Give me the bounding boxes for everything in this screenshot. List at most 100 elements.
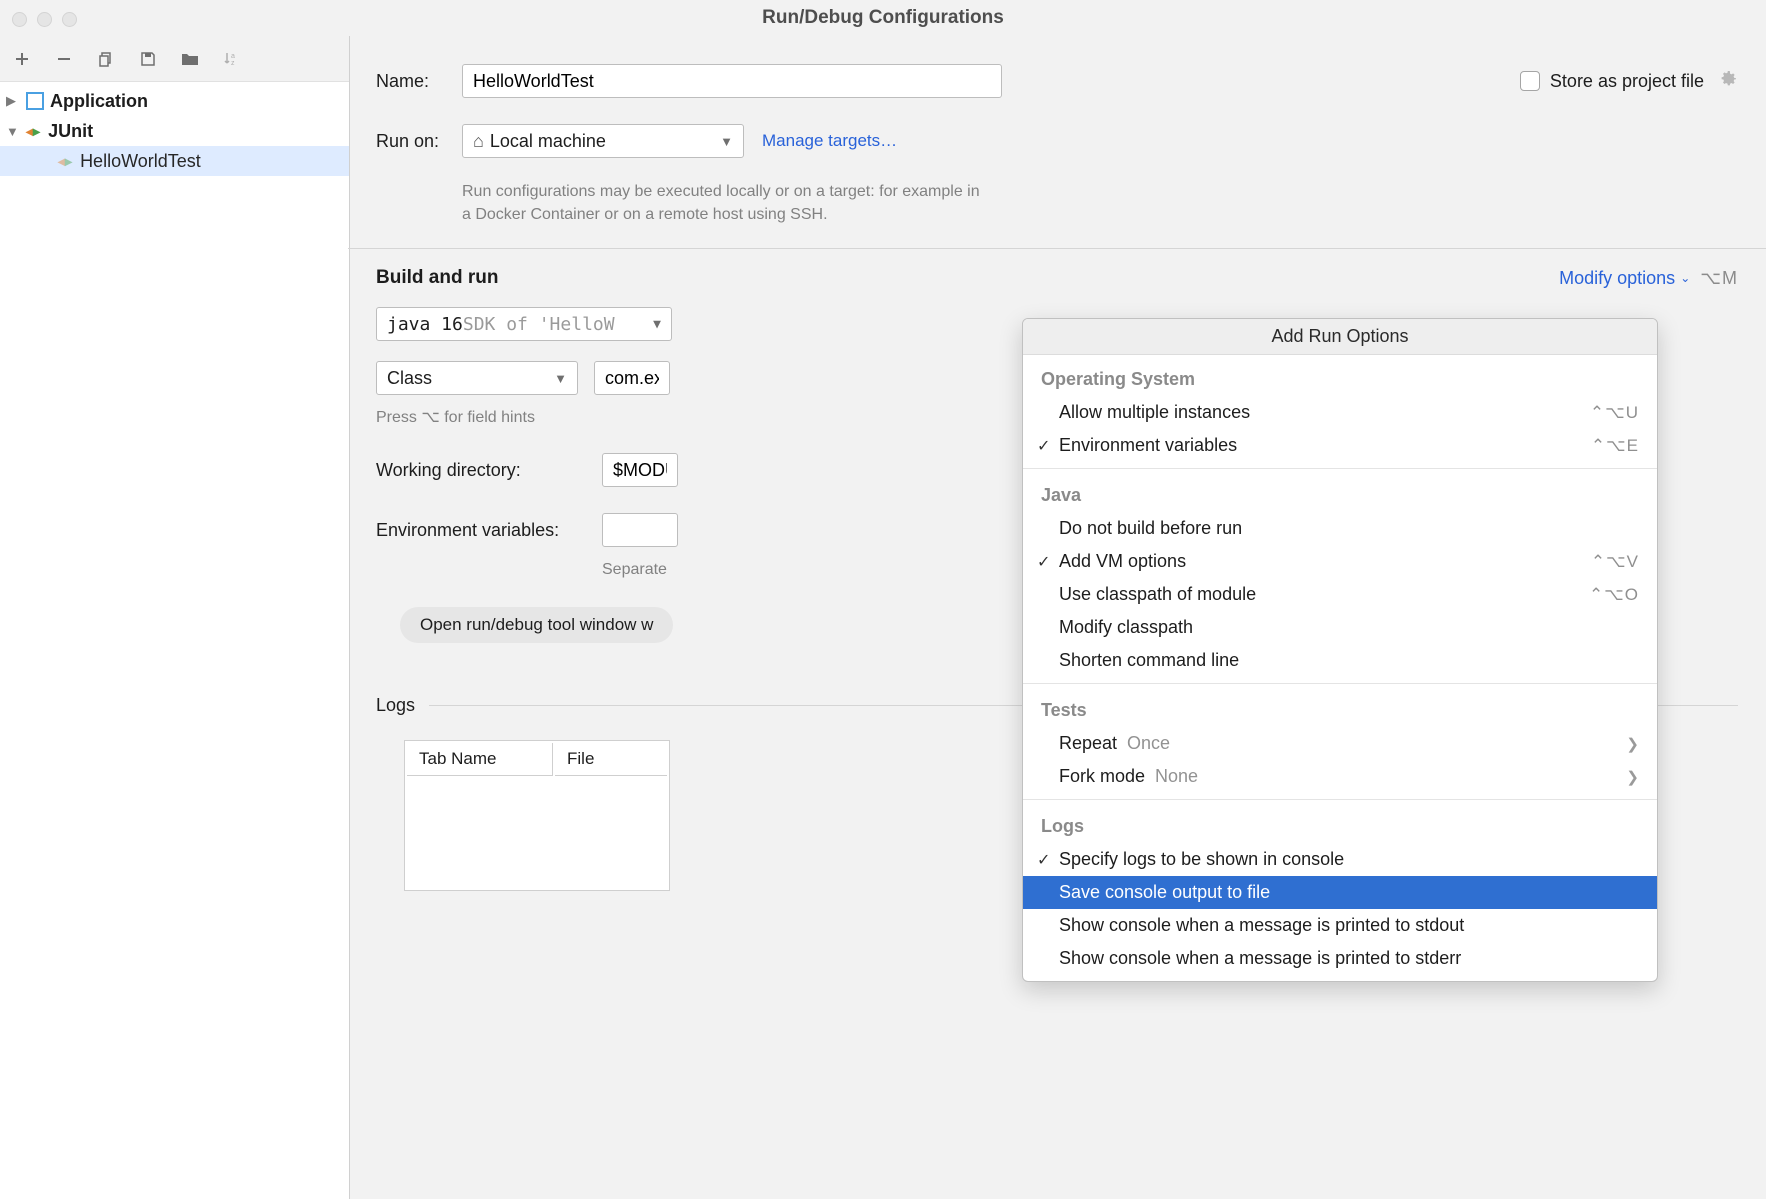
main-panel: Name: Store as project file Run on: ⌂ Lo… xyxy=(350,36,1766,1199)
titlebar-title: Run/Debug Configurations xyxy=(762,7,1004,29)
menu-label: Show console when a message is printed t… xyxy=(1059,915,1464,936)
window-controls[interactable] xyxy=(12,12,77,27)
menu-label: Save console output to file xyxy=(1059,882,1270,903)
gear-icon[interactable] xyxy=(1718,69,1738,94)
modify-shortcut: ⌥M xyxy=(1700,268,1738,289)
svg-text:a: a xyxy=(231,53,235,60)
chevron-down-icon: ▼ xyxy=(653,317,661,332)
modify-options-label: Modify options xyxy=(1559,268,1675,289)
shortcut: ⌃⌥V xyxy=(1591,552,1639,572)
modify-options-link[interactable]: Modify options ⌄ xyxy=(1559,268,1690,289)
class-input[interactable] xyxy=(594,361,670,395)
shortcut: ⌃⌥E xyxy=(1591,436,1639,456)
opt-modify-classpath[interactable]: Modify classpath xyxy=(1023,611,1657,644)
menu-label: Modify classpath xyxy=(1059,617,1193,638)
manage-targets-link[interactable]: Manage targets… xyxy=(762,131,897,151)
opt-show-console-stderr[interactable]: Show console when a message is printed t… xyxy=(1023,942,1657,975)
working-dir-label: Working directory: xyxy=(376,460,602,481)
working-dir-input[interactable] xyxy=(602,453,678,487)
opt-add-vm-options[interactable]: ✓ Add VM options ⌃⌥V xyxy=(1023,545,1657,578)
opt-repeat[interactable]: Repeat Once ❯ xyxy=(1023,727,1657,760)
add-icon[interactable] xyxy=(12,49,32,69)
opt-shorten-command-line[interactable]: Shorten command line xyxy=(1023,644,1657,677)
divider xyxy=(1023,799,1657,800)
opt-environment-variables[interactable]: ✓ Environment variables ⌃⌥E xyxy=(1023,429,1657,462)
menu-label: Show console when a message is printed t… xyxy=(1059,948,1461,969)
copy-icon[interactable] xyxy=(96,49,116,69)
opt-do-not-build[interactable]: Do not build before run xyxy=(1023,512,1657,545)
name-label: Name: xyxy=(376,71,462,92)
check-icon: ✓ xyxy=(1037,850,1050,870)
tree-item-application[interactable]: ▶ Application xyxy=(0,86,349,116)
opt-use-classpath[interactable]: Use classpath of module ⌃⌥O xyxy=(1023,578,1657,611)
run-on-value: Local machine xyxy=(490,131,606,152)
test-kind-value: Class xyxy=(387,368,432,389)
chevron-down-icon: ▼ xyxy=(6,124,20,139)
tree-item-junit[interactable]: ▼ ◂▸ JUnit xyxy=(0,116,349,146)
menu-label: Specify logs to be shown in console xyxy=(1059,849,1344,870)
opt-save-console-to-file[interactable]: Save console output to file xyxy=(1023,876,1657,909)
junit-icon: ◂▸ xyxy=(26,123,40,140)
group-tests: Tests xyxy=(1023,690,1657,727)
sdk-value-prefix: java 16 xyxy=(387,314,463,335)
logs-table: Tab Name File xyxy=(404,740,670,891)
titlebar: Run/Debug Configurations xyxy=(0,0,1766,36)
home-icon: ⌂ xyxy=(473,131,484,152)
run-on-select[interactable]: ⌂ Local machine ▼ xyxy=(462,124,744,158)
logs-label: Logs xyxy=(350,695,429,716)
sidebar: az ▶ Application ▼ ◂▸ JUnit ◂▸ HelloWorl… xyxy=(0,36,350,1199)
opt-fork-mode[interactable]: Fork mode None ❯ xyxy=(1023,760,1657,793)
store-checkbox[interactable] xyxy=(1520,71,1540,91)
sdk-select[interactable]: java 16 SDK of 'HelloW ▼ xyxy=(376,307,672,341)
chip-label: Open run/debug tool window w xyxy=(420,615,653,635)
run-on-row: Run on: ⌂ Local machine ▼ Manage targets… xyxy=(376,124,1738,158)
build-run-title: Build and run xyxy=(376,267,498,289)
build-run-header: Build and run Modify options ⌄ ⌥M xyxy=(376,267,1738,289)
menu-label: Shorten command line xyxy=(1059,650,1239,671)
env-vars-input[interactable] xyxy=(602,513,678,547)
popup-title: Add Run Options xyxy=(1023,319,1657,355)
opt-show-console-stdout[interactable]: Show console when a message is printed t… xyxy=(1023,909,1657,942)
tree-label: Application xyxy=(50,91,148,112)
zoom-dot[interactable] xyxy=(62,12,77,27)
group-os: Operating System xyxy=(1023,359,1657,396)
name-row: Name: Store as project file xyxy=(376,64,1738,98)
run-on-hint: Run configurations may be executed local… xyxy=(462,180,982,226)
menu-label: Allow multiple instances xyxy=(1059,402,1250,423)
close-dot[interactable] xyxy=(12,12,27,27)
divider xyxy=(348,248,1766,249)
config-tree: ▶ Application ▼ ◂▸ JUnit ◂▸ HelloWorldTe… xyxy=(0,82,349,176)
check-icon: ✓ xyxy=(1037,436,1050,456)
chevron-down-icon: ⌄ xyxy=(1680,271,1690,285)
menu-label: Fork mode xyxy=(1059,766,1145,787)
menu-label: Environment variables xyxy=(1059,435,1237,456)
menu-label: Repeat xyxy=(1059,733,1117,754)
check-icon: ✓ xyxy=(1037,552,1050,572)
test-kind-select[interactable]: Class ▼ xyxy=(376,361,578,395)
menu-value: None xyxy=(1155,766,1198,787)
folder-icon[interactable] xyxy=(180,49,200,69)
chevron-right-icon: ▶ xyxy=(6,93,20,109)
tree-item-helloworldtest[interactable]: ◂▸ HelloWorldTest xyxy=(0,146,349,176)
menu-label: Add VM options xyxy=(1059,551,1186,572)
chevron-down-icon: ▼ xyxy=(554,371,567,386)
shortcut: ⌃⌥U xyxy=(1590,403,1639,423)
open-tool-window-chip[interactable]: Open run/debug tool window w xyxy=(400,607,673,643)
minimize-dot[interactable] xyxy=(37,12,52,27)
sort-az-icon[interactable]: az xyxy=(222,49,242,69)
remove-icon[interactable] xyxy=(54,49,74,69)
group-java: Java xyxy=(1023,475,1657,512)
group-logs: Logs xyxy=(1023,806,1657,843)
shortcut: ⌃⌥O xyxy=(1589,585,1639,605)
run-on-label: Run on: xyxy=(376,131,462,152)
name-input[interactable] xyxy=(462,64,1002,98)
menu-label: Use classpath of module xyxy=(1059,584,1256,605)
save-icon[interactable] xyxy=(138,49,158,69)
divider xyxy=(1023,468,1657,469)
opt-specify-logs[interactable]: ✓ Specify logs to be shown in console xyxy=(1023,843,1657,876)
tree-label: JUnit xyxy=(48,121,93,142)
opt-allow-multiple-instances[interactable]: Allow multiple instances ⌃⌥U xyxy=(1023,396,1657,429)
chevron-right-icon: ❯ xyxy=(1626,735,1639,753)
menu-label: Do not build before run xyxy=(1059,518,1242,539)
sidebar-toolbar: az xyxy=(0,36,349,82)
